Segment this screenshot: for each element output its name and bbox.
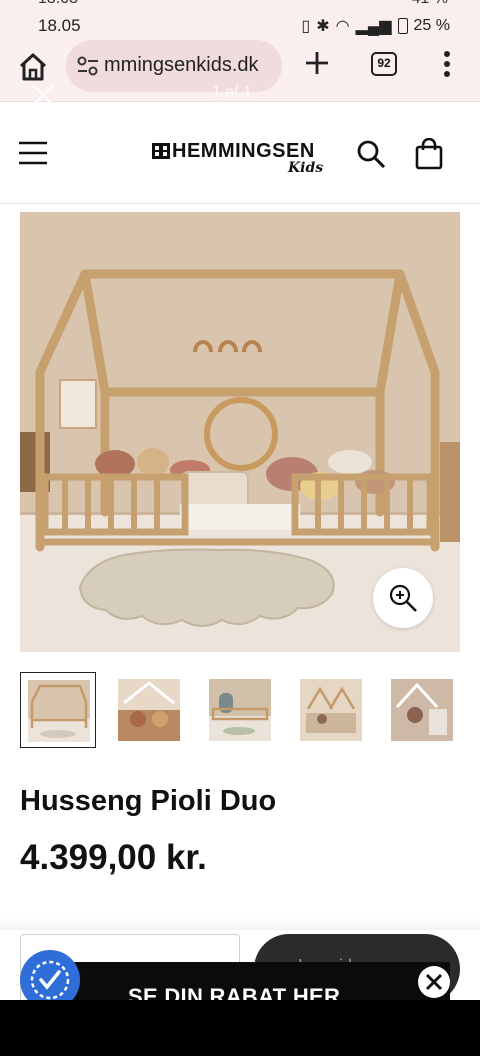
search-icon[interactable] bbox=[356, 139, 386, 169]
close-icon bbox=[425, 973, 443, 991]
new-tab-icon[interactable] bbox=[302, 48, 332, 78]
ghost-battery: 41 % bbox=[412, 0, 448, 8]
home-icon[interactable] bbox=[16, 50, 50, 84]
tab-count: 92 bbox=[377, 56, 391, 70]
thumbnail-strip bbox=[20, 672, 460, 750]
battery-level: 25 % bbox=[413, 17, 450, 34]
battery-icon bbox=[397, 18, 408, 34]
thumbnail-image bbox=[391, 679, 453, 741]
thumbnail-3[interactable] bbox=[202, 672, 278, 748]
thumbnail-image bbox=[28, 680, 90, 742]
shopping-bag-icon[interactable] bbox=[415, 138, 443, 170]
thumbnail-4[interactable] bbox=[293, 672, 369, 748]
wifi-icon: ◠ bbox=[335, 18, 350, 35]
thumbnail-image bbox=[118, 679, 180, 741]
status-time: 18.05 bbox=[38, 16, 81, 35]
page: 13.03 41 % 18.05 ▯ ✱ ◠ ▂▄▆ 25 % mmingsen… bbox=[0, 0, 480, 1000]
menu-icon[interactable] bbox=[18, 140, 48, 166]
bluetooth-icon: ✱ bbox=[316, 18, 330, 35]
thumbnail-5[interactable] bbox=[384, 672, 460, 748]
product-price: 4.399,00 kr. bbox=[20, 838, 207, 877]
logo-sub: Kids bbox=[288, 160, 324, 176]
status-icons: ▯ ✱ ◠ ▂▄▆ 25 % bbox=[301, 16, 450, 36]
thumbnail-1[interactable] bbox=[20, 672, 96, 748]
discount-badge-icon bbox=[30, 960, 70, 1000]
site-logo[interactable]: HEMMINGSEN Kids bbox=[150, 140, 330, 180]
action-bar-divider bbox=[0, 918, 480, 930]
status-bar: 18.05 ▯ ✱ ◠ ▂▄▆ 25 % bbox=[0, 10, 480, 38]
zoom-button[interactable] bbox=[373, 568, 433, 628]
discount-badge[interactable] bbox=[20, 950, 80, 1000]
zoom-in-icon bbox=[389, 584, 417, 612]
thumbnail-2[interactable] bbox=[111, 672, 187, 748]
ghost-image-counter: 1 af 1 bbox=[212, 84, 253, 101]
promo-banner[interactable]: SE DIN RABAT HER bbox=[30, 962, 450, 1000]
more-vertical-icon[interactable] bbox=[440, 50, 454, 78]
tab-switcher-button[interactable]: 92 bbox=[371, 52, 397, 76]
ghost-time: 13.03 bbox=[38, 0, 78, 8]
signal-icon: ▂▄▆ bbox=[355, 18, 392, 35]
screen-bottom-bar bbox=[0, 1002, 480, 1056]
logo-mark-icon bbox=[152, 143, 170, 159]
site-header: HEMMINGSEN Kids bbox=[0, 102, 480, 204]
url-text[interactable]: mmingsenkids.dk bbox=[104, 54, 259, 77]
promo-close-button[interactable] bbox=[418, 966, 450, 998]
promo-text[interactable]: SE DIN RABAT HER bbox=[128, 984, 340, 1000]
browser-toolbar: mmingsenkids.dk 92 1 af 1 bbox=[0, 38, 480, 106]
ghost-status-bar: 13.03 41 % bbox=[0, 0, 480, 10]
vibrate-icon: ▯ bbox=[301, 18, 311, 35]
thumbnail-image bbox=[300, 679, 362, 741]
site-settings-icon[interactable] bbox=[76, 55, 100, 77]
product-title: Husseng Pioli Duo bbox=[20, 785, 277, 817]
thumbnail-image bbox=[209, 679, 271, 741]
